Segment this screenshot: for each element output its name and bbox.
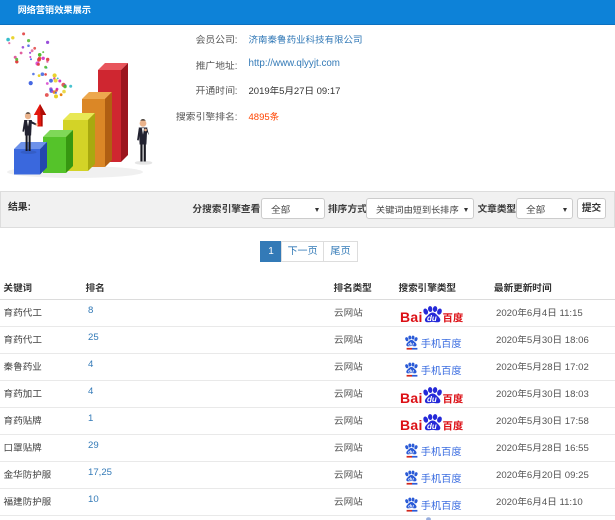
svg-text:Bai: Bai: [400, 417, 423, 433]
svg-text:du: du: [408, 476, 414, 481]
svg-text:du: du: [427, 422, 437, 431]
svg-text:手机百度: 手机百度: [421, 443, 462, 458]
svg-text:百度: 百度: [443, 310, 464, 325]
svg-text:du: du: [408, 503, 414, 508]
svg-text:手机百度: 手机百度: [421, 335, 462, 350]
svg-text:du: du: [408, 449, 414, 454]
svg-text:手机百度: 手机百度: [421, 362, 462, 377]
svg-text:Bai: Bai: [400, 309, 423, 325]
svg-text:du: du: [408, 368, 414, 373]
svg-text:du: du: [408, 341, 414, 346]
svg-text:Bai: Bai: [400, 390, 423, 406]
svg-text:du: du: [427, 314, 437, 323]
svg-text:百度: 百度: [443, 391, 464, 406]
svg-text:du: du: [427, 395, 437, 404]
svg-text:手机百度: 手机百度: [421, 470, 462, 485]
svg-text:手机百度: 手机百度: [421, 497, 462, 512]
svg-text:百度: 百度: [443, 418, 464, 433]
